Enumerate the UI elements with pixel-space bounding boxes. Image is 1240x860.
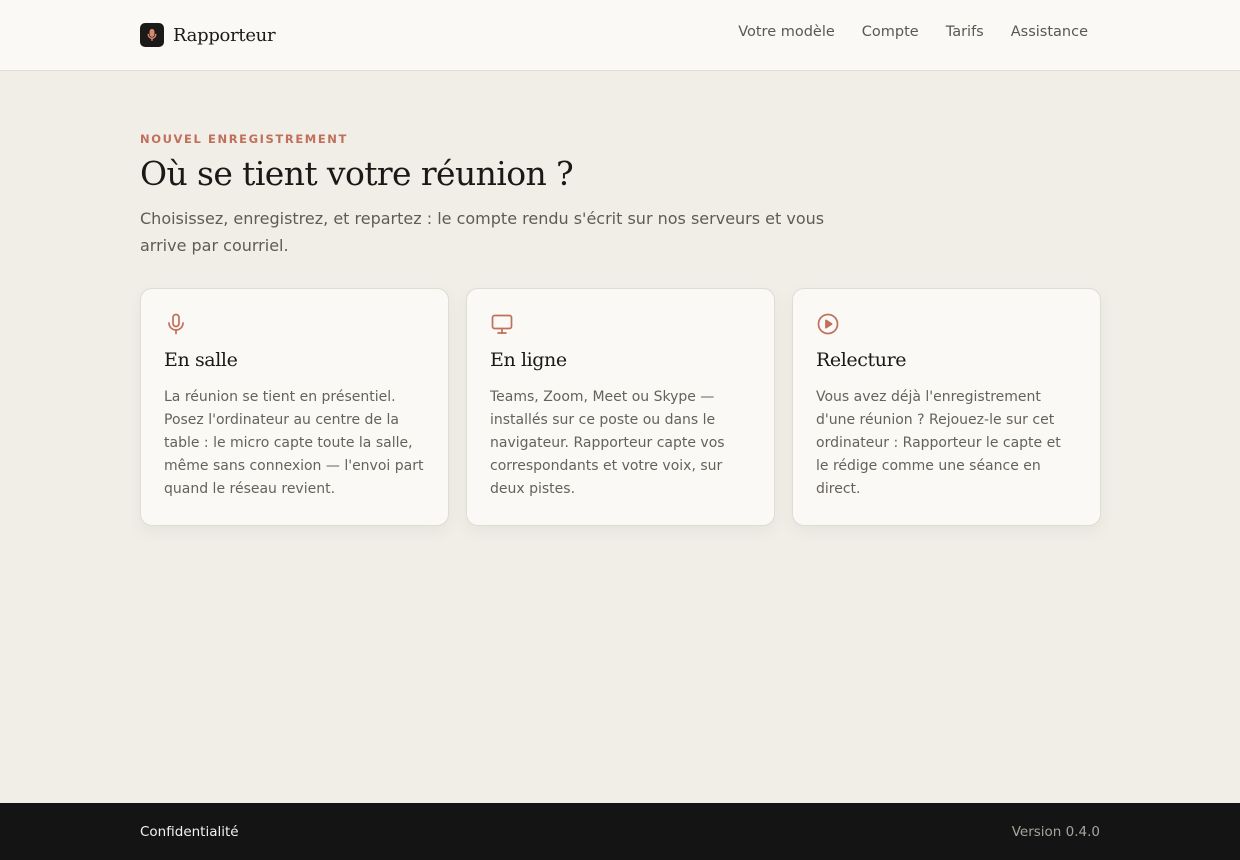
nav-item-votre-modele[interactable]: Votre modèle [738,24,835,40]
app-version: Version 0.4.0 [1011,824,1100,840]
play-circle-icon [817,313,839,335]
section-eyebrow: NOUVEL ENREGISTREMENT [140,132,348,146]
meeting-type-options: En salle La réunion se tient en présenti… [140,288,1101,526]
option-title: En ligne [490,349,567,371]
option-title: En salle [164,349,238,371]
nav-item-compte[interactable]: Compte [862,24,919,40]
brand-name: Rapporteur [173,24,276,46]
nav-item-assistance[interactable]: Assistance [1011,24,1088,40]
footer: Confidentialité Version 0.4.0 [0,803,1240,860]
option-description: Teams, Zoom, Meet ou Skype — installés s… [490,389,725,497]
page-subtitle: Choisissez, enregistrez, et repartez : l… [140,209,825,255]
option-card-en-salle[interactable]: En salle La réunion se tient en présenti… [140,288,449,526]
nav-item-tarifs[interactable]: Tarifs [946,24,984,40]
microphone-icon [168,313,184,335]
monitor-icon [491,314,513,334]
option-card-en-ligne[interactable]: En ligne Teams, Zoom, Meet ou Skype — in… [466,288,775,526]
option-card-relecture[interactable]: Relecture Vous avez déjà l'enregistremen… [792,288,1101,526]
microphone-icon [147,29,157,41]
option-title: Relecture [816,349,907,371]
brand-logo [140,23,164,47]
brand[interactable]: Rapporteur [140,23,276,47]
page-title: Où se tient votre réunion ? [140,154,574,193]
privacy-link[interactable]: Confidentialité [140,824,239,840]
option-description: Vous avez déjà l'enregistrement d'une ré… [816,389,1061,497]
option-description: La réunion se tient en présentiel. Posez… [164,389,424,497]
main-nav: Votre modèle Compte Tarifs Assistance [738,24,1088,40]
top-bar: Rapporteur Votre modèle Compte Tarifs As… [0,0,1240,71]
